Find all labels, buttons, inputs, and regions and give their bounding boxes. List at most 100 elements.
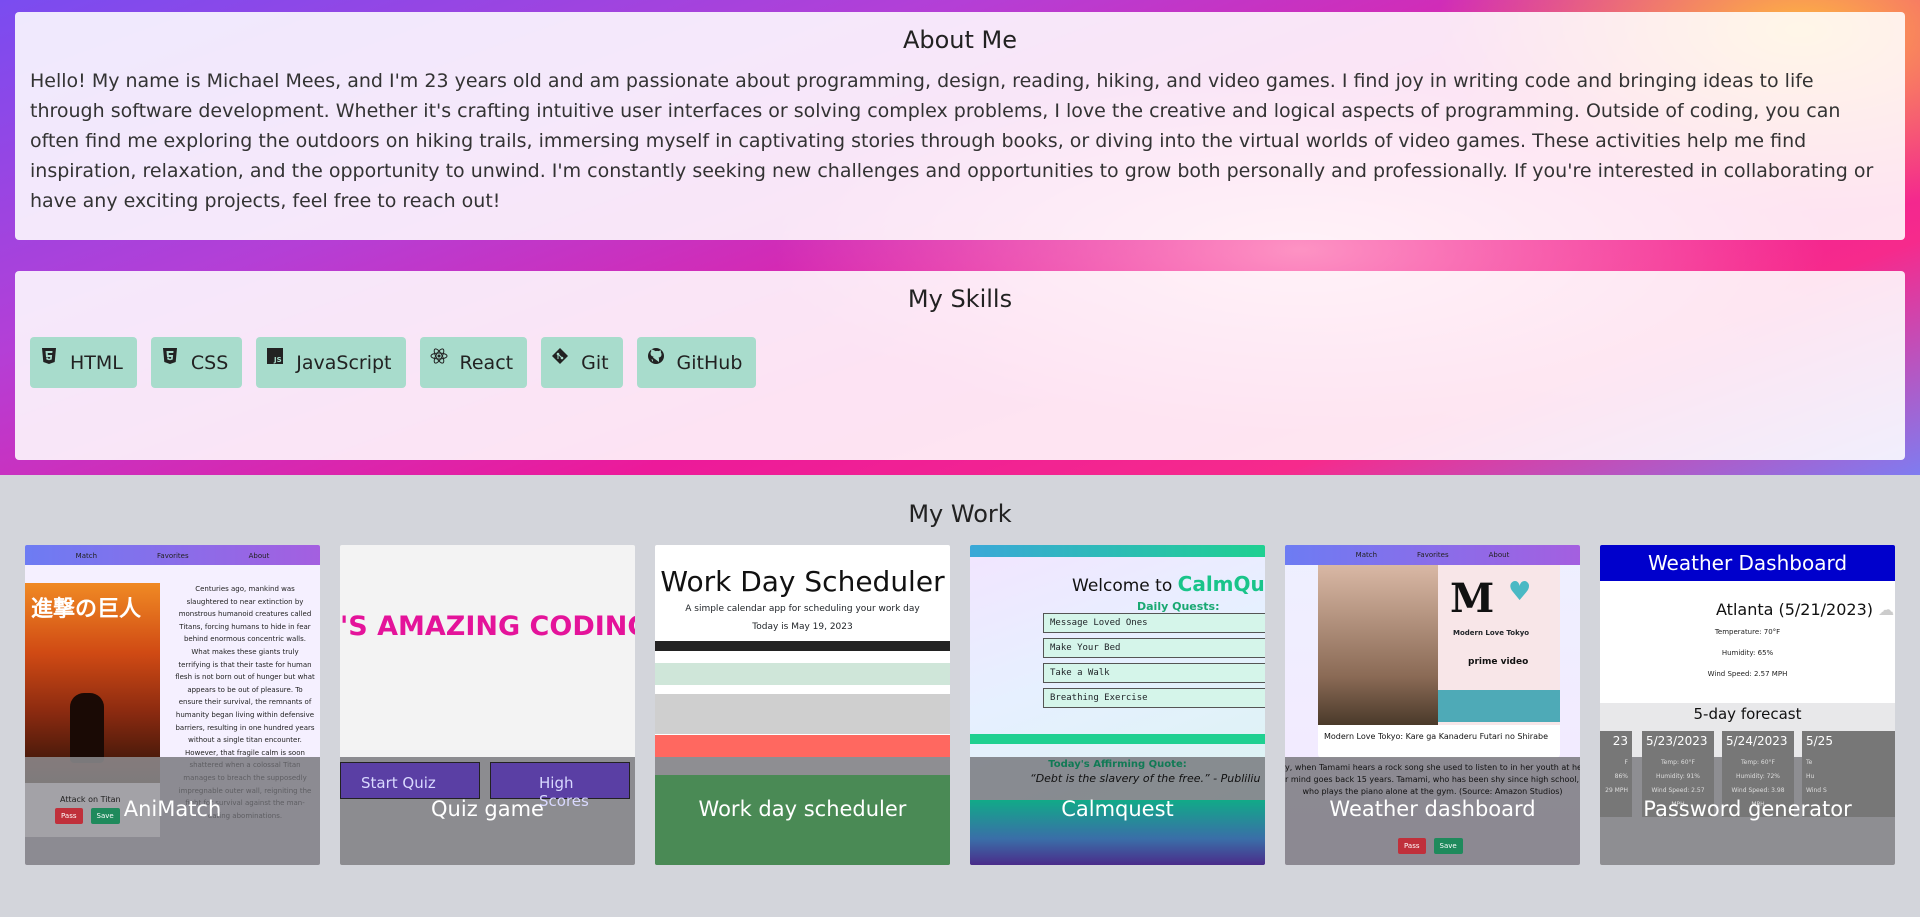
forecast-wind: Wind S [1806, 787, 1827, 794]
scheduler-hour-bar [655, 641, 950, 651]
html5-icon [42, 348, 56, 364]
skill-react: React [419, 337, 528, 388]
quiz-marquee: 'S AMAZING CODING Q [340, 611, 635, 642]
project-card-animatch[interactable]: Match Favorites About 進撃の巨人 Centuries ag… [25, 545, 320, 865]
scheduler-subtitle: A simple calendar app for scheduling you… [685, 604, 920, 614]
forecast-temp: Te [1806, 759, 1813, 766]
description-line: y, when Tamami hears a rock song she use… [1285, 763, 1580, 772]
skill-list: HTML CSS JS JavaScript React Git GitHub [30, 337, 1890, 388]
skill-html: HTML [30, 337, 137, 388]
svg-text:JS: JS [273, 356, 282, 364]
anime-description: y, when Tamami hears a rock song she use… [1285, 762, 1580, 798]
nav-item: About [1488, 551, 1510, 559]
forecast-date: 5/24/2023 [1726, 734, 1788, 748]
forecast-wind: 29 MPH [1605, 787, 1628, 794]
github-icon [647, 348, 664, 364]
poster-service: prime video [1468, 657, 1529, 667]
poster-logo: M [1450, 575, 1495, 622]
forecast-details: Te Hu Wind S [1806, 756, 1891, 798]
forecast-temp: Temp: 60°F [1740, 759, 1775, 766]
weather-temp: Temperature: 70°F [1714, 628, 1781, 636]
poster-image [1318, 565, 1438, 725]
forecast-humidity: Hu [1806, 773, 1815, 780]
forecast-date: 5/23/2023 [1646, 734, 1708, 748]
pass-button: Pass [1398, 838, 1426, 854]
start-quiz-button: Start Quiz [340, 762, 480, 799]
scheduler-date: Today is May 19, 2023 [752, 622, 853, 632]
quest-item: Breathing Exercise [1043, 688, 1265, 708]
skill-label: JavaScript [296, 352, 392, 374]
forecast-temp: Temp: 60°F [1660, 759, 1695, 766]
welcome-text: Welcome to [1072, 576, 1178, 596]
react-icon [430, 348, 448, 364]
forecast-humidity: Humidity: 72% [1735, 773, 1781, 780]
card-title[interactable]: Work day scheduler [655, 797, 950, 821]
calmquest-divider [970, 734, 1265, 744]
heart-icon: ♥ [1508, 577, 1532, 607]
project-card-weather[interactable]: Match Favorites About M ♥ Modern Love To… [1285, 545, 1580, 865]
skills-section: My Skills HTML CSS JS JavaScript React G… [15, 271, 1905, 460]
forecast-humidity: 86% [1614, 773, 1628, 780]
poster-figure [70, 693, 104, 763]
high-scores-button: High Scores [490, 762, 630, 810]
scheduler-hour-present [655, 735, 950, 757]
git-icon [552, 348, 569, 364]
card-title[interactable]: AniMatch [25, 797, 320, 821]
poster-title: Modern Love Tokyo [1453, 629, 1530, 637]
forecast-date: 5/25 [1806, 734, 1833, 748]
forecast-title: 5-day forecast [1693, 705, 1802, 723]
card-nav: Match Favorites About [1285, 545, 1580, 565]
anime-poster: M ♥ Modern Love Tokyo prime video Modern… [1318, 565, 1560, 758]
save-button: Save [1433, 838, 1463, 854]
skill-label: CSS [190, 352, 229, 374]
scheduler-hour-past [655, 694, 950, 734]
weather-city: Atlanta (5/21/2023) ☁ [1716, 600, 1894, 619]
description-line: r mind goes back 15 years. Tamami, who h… [1285, 775, 1580, 784]
weather-humidity: Humidity: 65% [1721, 649, 1774, 657]
about-section: About Me Hello! My name is Michael Mees,… [15, 12, 1905, 240]
about-body: Hello! My name is Michael Mees, and I'm … [30, 70, 1874, 212]
forecast-humidity: Humidity: 91% [1655, 773, 1701, 780]
scheduler-heading: Work Day Scheduler [660, 565, 945, 598]
skill-label: React [459, 352, 514, 374]
skill-label: HTML [70, 352, 123, 374]
javascript-icon: JS [267, 348, 284, 364]
card-title[interactable]: Weather dashboard [1285, 797, 1580, 821]
forecast-temp: F [1624, 759, 1628, 766]
skill-github: GitHub [636, 337, 757, 388]
card-title[interactable]: Quiz game [340, 797, 635, 821]
weather-header: Weather Dashboard [1600, 545, 1895, 581]
nav-item: Match [75, 552, 98, 560]
about-title: About Me [902, 26, 1018, 54]
work-title: My Work [908, 500, 1012, 528]
nav-item: Favorites [157, 552, 189, 560]
quest-item: Message Loved Ones [1043, 613, 1265, 633]
project-card-scheduler[interactable]: Work Day Scheduler A simple calendar app… [655, 545, 950, 865]
affirming-label: Today's Affirming Quote: [1048, 759, 1187, 770]
affirming-quote: “Debt is the slavery of the free.” - Pub… [1030, 772, 1261, 785]
forecast-date: 23 [1612, 734, 1628, 748]
skill-javascript: JS JavaScript [256, 337, 406, 388]
anime-caption: Modern Love Tokyo: Kare ga Kanaderu Futa… [1324, 732, 1548, 741]
nav-item: About [248, 552, 270, 560]
calmquest-header-strip [970, 545, 1265, 557]
poster-title: 進撃の巨人 [31, 597, 142, 622]
scheduler-hour-future [655, 663, 950, 685]
project-card-calmquest[interactable]: Welcome to CalmQuest Daily Quests: Messa… [970, 545, 1265, 865]
cloud-icon: ☁ [1878, 600, 1895, 619]
project-card-quiz[interactable]: 'S AMAZING CODING Q Start Quiz High Scor… [340, 545, 635, 865]
project-card-password[interactable]: Weather Dashboard Atlanta (5/21/2023) ☁ … [1600, 545, 1895, 865]
card-title[interactable]: Password generator [1600, 797, 1895, 821]
skill-label: Git [581, 352, 609, 374]
card-nav: Match Favorites About [25, 545, 320, 565]
nav-item: Favorites [1417, 551, 1449, 559]
daily-quests-label: Daily Quests: [1137, 600, 1220, 613]
skill-label: GitHub [676, 352, 743, 374]
skill-css: CSS [150, 337, 243, 388]
weather-wind: Wind Speed: 2.57 MPH [1707, 670, 1788, 678]
card-buttons: Pass Save [1398, 838, 1463, 854]
skill-git: Git [541, 337, 623, 388]
forecast-details: F 86% 29 MPH [1600, 756, 1628, 798]
card-title[interactable]: Calmquest [970, 797, 1265, 821]
anime-poster: 進撃の巨人 [25, 583, 160, 783]
